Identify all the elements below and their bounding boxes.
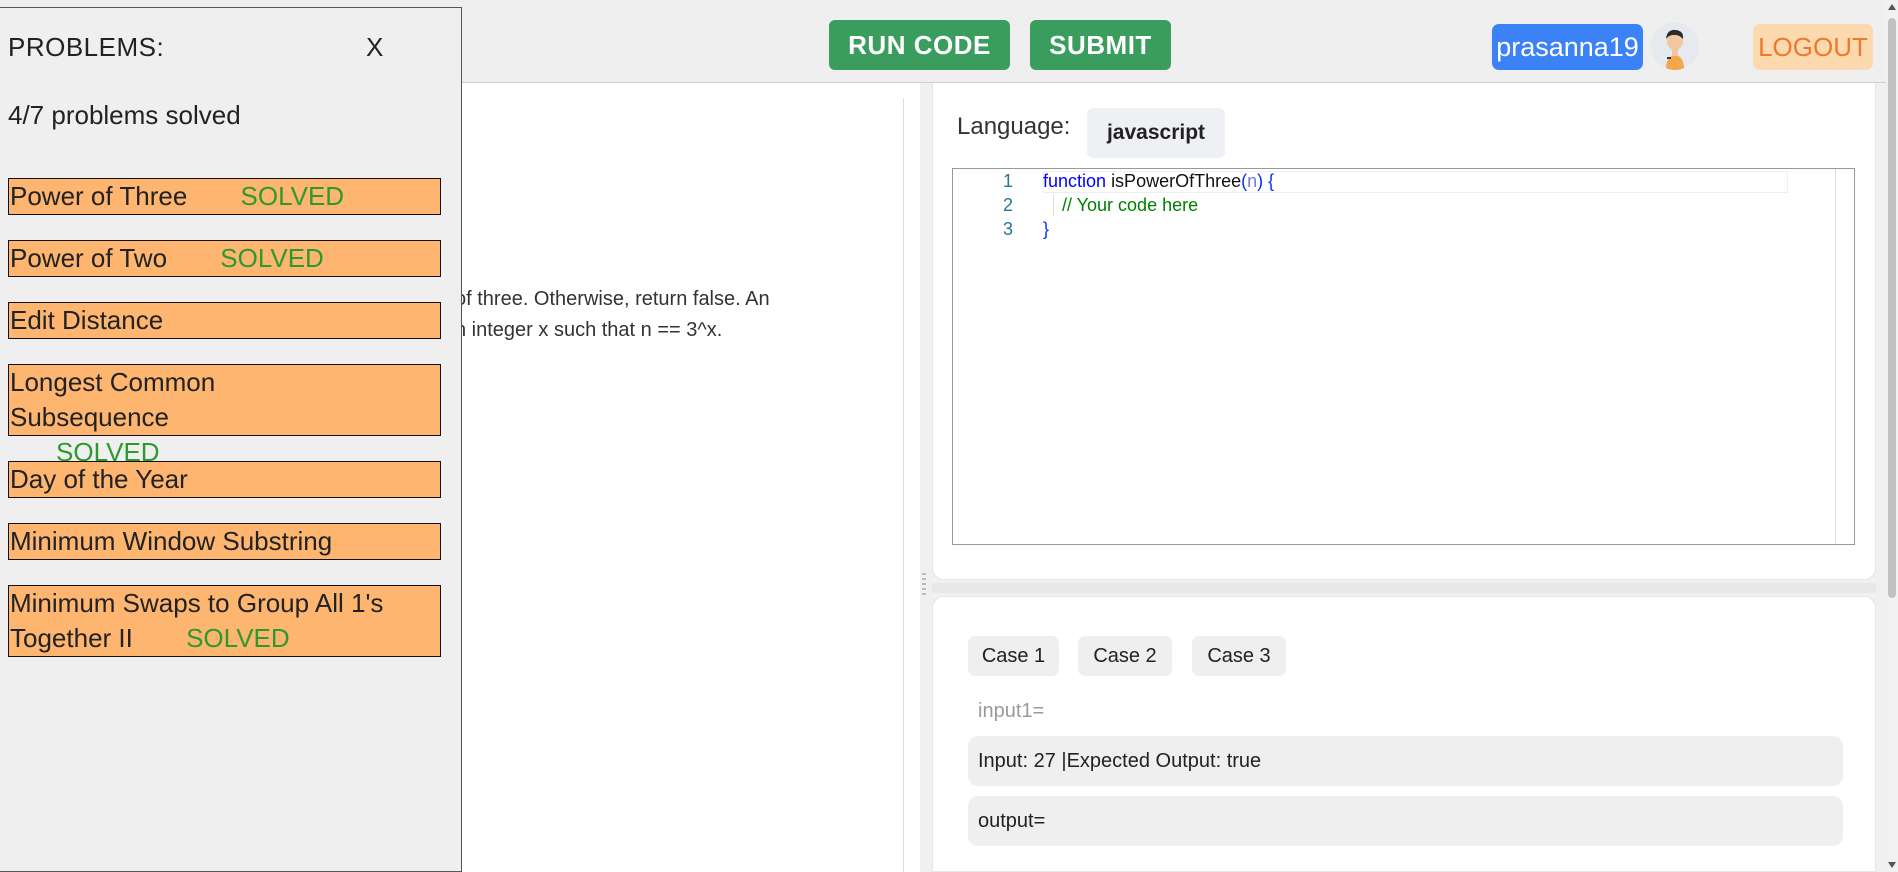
case-2-tab[interactable]: Case 2 bbox=[1078, 636, 1172, 676]
scrollbar-thumb[interactable] bbox=[1888, 18, 1896, 598]
page-scrollbar[interactable] bbox=[1886, 0, 1898, 872]
language-select[interactable]: javascript bbox=[1087, 108, 1225, 158]
submit-button[interactable]: SUBMIT bbox=[1030, 20, 1171, 70]
problem-item-edit-distance[interactable]: Edit Distance bbox=[8, 302, 441, 339]
code-comment: // Your code here bbox=[1062, 195, 1199, 215]
code-brace: } bbox=[1043, 219, 1050, 239]
run-code-button[interactable]: RUN CODE bbox=[829, 20, 1010, 70]
code-line[interactable]: function isPowerOfThree(n) { bbox=[1043, 171, 1274, 192]
editor-ruler bbox=[1835, 169, 1836, 544]
solved-badge: SOLVED bbox=[240, 181, 345, 211]
scroll-up-arrow-icon[interactable] bbox=[1888, 4, 1896, 10]
case-3-tab[interactable]: Case 3 bbox=[1192, 636, 1286, 676]
problem-name: Longest Common Subsequence bbox=[10, 367, 216, 432]
problem-item-minimum-swaps[interactable]: Minimum Swaps to Group All 1's Together … bbox=[8, 585, 441, 657]
problem-item-power-of-three[interactable]: Power of Three SOLVED bbox=[8, 178, 441, 215]
username-badge[interactable]: prasanna19 bbox=[1492, 24, 1643, 70]
problem-item-longest-common-subsequence[interactable]: Longest Common Subsequence SOLVED bbox=[8, 364, 441, 467]
pane-divider[interactable] bbox=[903, 98, 904, 872]
description-line: n integer x such that n == 3^x. bbox=[455, 319, 723, 341]
problem-item-minimum-window-substring[interactable]: Minimum Window Substring bbox=[8, 523, 441, 560]
horizontal-splitter[interactable] bbox=[932, 583, 1876, 593]
problem-name: Day of the Year bbox=[10, 464, 188, 494]
scroll-down-arrow-icon[interactable] bbox=[1888, 862, 1896, 868]
code-editor[interactable]: 1 2 3 function isPowerOfThree(n) { // Yo… bbox=[952, 168, 1855, 545]
input-label: input1= bbox=[978, 700, 1045, 722]
problem-description: of three. Otherwise, return false. An n … bbox=[455, 284, 770, 346]
close-sidebar-button[interactable]: X bbox=[366, 32, 383, 63]
user-avatar-icon bbox=[1651, 22, 1699, 70]
solved-badge: SOLVED bbox=[186, 623, 290, 653]
line-number: 3 bbox=[1002, 219, 1013, 239]
language-label: Language: bbox=[957, 113, 1071, 140]
problem-item-power-of-two[interactable]: Power of Two SOLVED bbox=[8, 240, 441, 277]
problem-name: Power of Three bbox=[10, 181, 188, 211]
line-number: 1 bbox=[1002, 171, 1013, 191]
problems-solved-count: 4/7 problems solved bbox=[8, 100, 241, 130]
line-number: 2 bbox=[1002, 195, 1013, 215]
resize-handle[interactable] bbox=[920, 570, 928, 610]
logout-button[interactable]: LOGOUT bbox=[1753, 24, 1873, 70]
solved-badge: SOLVED bbox=[220, 243, 324, 273]
code-keyword: function bbox=[1043, 171, 1107, 191]
test-output-field[interactable]: output= bbox=[968, 796, 1843, 846]
problem-name: Minimum Window Substring bbox=[10, 526, 333, 556]
problems-sidebar: PROBLEMS: X 4/7 problems solved Power of… bbox=[0, 7, 462, 872]
code-line[interactable]: // Your code here bbox=[1053, 195, 1198, 216]
code-paren: ) bbox=[1257, 171, 1264, 191]
problem-name: Edit Distance bbox=[10, 305, 164, 335]
code-param: n bbox=[1247, 171, 1258, 191]
description-line: of three. Otherwise, return false. An bbox=[455, 288, 770, 310]
test-input-field[interactable]: Input: 27 |Expected Output: true bbox=[968, 736, 1843, 786]
avatar[interactable] bbox=[1651, 22, 1699, 70]
problem-name: Power of Two bbox=[10, 243, 168, 273]
code-brace: { bbox=[1268, 171, 1275, 191]
code-line[interactable]: } bbox=[1043, 219, 1049, 240]
sidebar-title: PROBLEMS: bbox=[8, 32, 165, 62]
code-function-name: isPowerOfThree bbox=[1111, 171, 1242, 191]
problem-item-day-of-the-year[interactable]: Day of the Year bbox=[8, 461, 441, 498]
case-1-tab[interactable]: Case 1 bbox=[968, 636, 1059, 676]
